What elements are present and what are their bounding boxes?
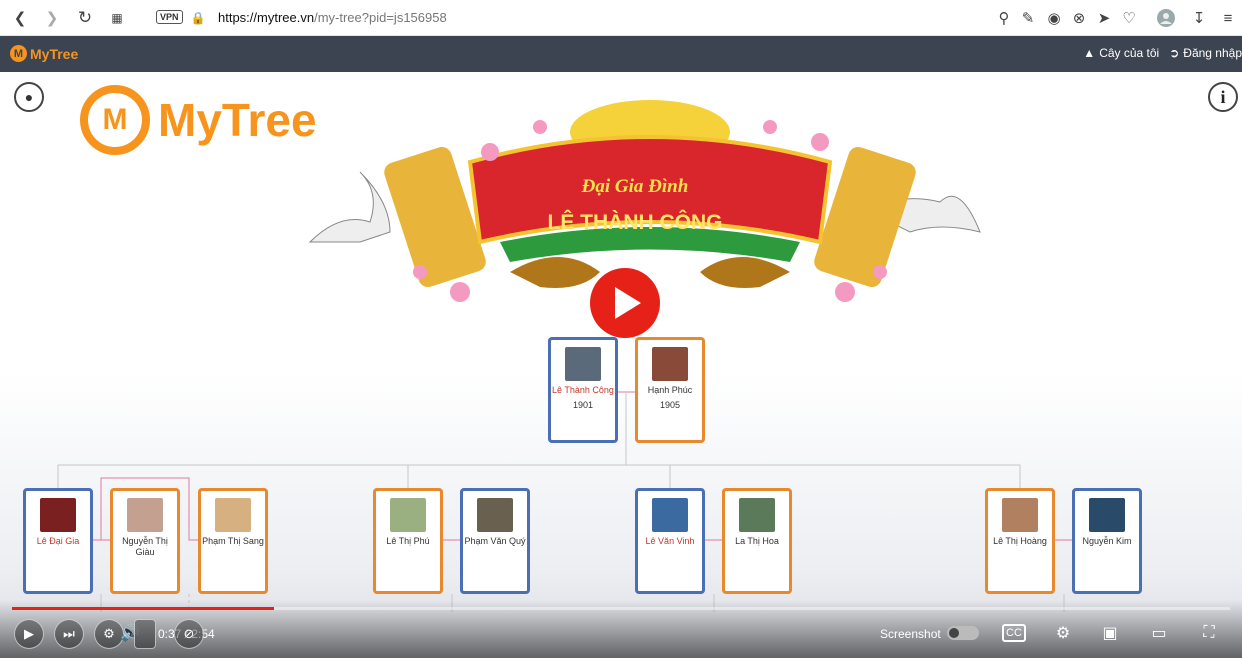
screenshot-toggle[interactable] bbox=[947, 626, 979, 640]
settings-icon[interactable]: ⚙ bbox=[1050, 622, 1076, 644]
site-logo-text: MyTree bbox=[30, 45, 79, 62]
person-name: Nguyễn Thị Giàu bbox=[122, 536, 168, 557]
person-photo bbox=[40, 498, 76, 532]
reload-icon[interactable]: ↻ bbox=[73, 6, 97, 30]
url-domain: https://mytree.vn bbox=[218, 10, 315, 25]
play-pause-button[interactable]: ▶ bbox=[14, 619, 44, 649]
person-photo bbox=[477, 498, 513, 532]
person-card[interactable]: Lê Văn Vinh bbox=[635, 488, 705, 594]
person-photo bbox=[1089, 498, 1125, 532]
edit-icon[interactable]: ✎ bbox=[1016, 6, 1040, 30]
person-name: Phạm Thị Sang bbox=[202, 536, 264, 546]
heart-icon[interactable]: ♡ bbox=[1117, 6, 1141, 30]
miniplayer-toggle-icon[interactable] bbox=[134, 619, 156, 649]
camera-icon[interactable]: ◉ bbox=[1042, 6, 1066, 30]
person-name: Nguyễn Kim bbox=[1082, 536, 1132, 546]
person-card[interactable]: Phạm Văn Quý bbox=[460, 488, 530, 594]
person-photo bbox=[739, 498, 775, 532]
tree-icon: ▲ bbox=[1083, 46, 1096, 60]
send-icon[interactable]: ➤ bbox=[1092, 6, 1116, 30]
lock-icon[interactable]: 🔒 bbox=[186, 6, 210, 30]
browser-window: ❮ ❯ ↻ ▦ VPN 🔒 https://mytree.vn/my-tree?… bbox=[0, 0, 1242, 658]
tree-connectors bbox=[57, 391, 1072, 612]
login-link[interactable]: ➲ Đăng nhập bbox=[1169, 46, 1242, 60]
speed-dial-icon[interactable]: ▦ bbox=[105, 6, 129, 30]
url-path: /my-tree?pid=js156958 bbox=[314, 10, 447, 25]
site-logo[interactable]: M MyTree bbox=[10, 45, 78, 62]
theater-mode-icon[interactable]: ▭ bbox=[1146, 622, 1172, 644]
person-card[interactable]: Nguyễn Kim bbox=[1072, 488, 1142, 594]
person-year: 1905 bbox=[659, 400, 681, 410]
download-icon[interactable]: ↧ bbox=[1187, 6, 1211, 30]
block-icon[interactable]: ⊗ bbox=[1067, 6, 1091, 30]
person-card[interactable]: Lê Thị Phú bbox=[373, 488, 443, 594]
person-photo bbox=[1002, 498, 1038, 532]
person-card[interactable]: Lê Đại Gia bbox=[23, 488, 93, 594]
person-name: Lê Đại Gia bbox=[36, 536, 80, 546]
login-label: Đăng nhập bbox=[1183, 46, 1242, 60]
my-tree-label: Cây của tôi bbox=[1099, 46, 1160, 60]
forward-icon[interactable]: ❯ bbox=[40, 6, 64, 30]
person-name: Phạm Văn Quý bbox=[464, 536, 526, 546]
person-card[interactable]: Lê Thị Hoàng bbox=[985, 488, 1055, 594]
miniplayer-icon[interactable]: ▣ bbox=[1097, 622, 1123, 644]
tree-viewport[interactable]: ● i M MyTree Đại Gia Đình LÊ THÀNH CÔNG … bbox=[0, 72, 1242, 658]
person-name: Hạnh Phúc bbox=[647, 385, 693, 395]
captions-icon[interactable]: CC bbox=[1002, 624, 1026, 642]
person-name: Lê Thị Hoàng bbox=[993, 536, 1047, 546]
back-icon[interactable]: ❮ bbox=[8, 6, 32, 30]
person-photo bbox=[127, 498, 163, 532]
search-icon[interactable]: ⚲ bbox=[992, 6, 1016, 30]
site-header: M MyTree ▲ Cây của tôi ➲ Đăng nhập bbox=[0, 36, 1242, 72]
person-photo bbox=[652, 347, 688, 381]
vpn-badge[interactable]: VPN bbox=[156, 10, 183, 24]
person-card[interactable]: Nguyễn Thị Giàu bbox=[110, 488, 180, 594]
fullscreen-icon[interactable]: ⛶ bbox=[1196, 622, 1222, 644]
person-name: La Thị Hoa bbox=[735, 536, 779, 546]
next-icon[interactable]: ⏭ bbox=[54, 619, 84, 649]
person-year: 1901 bbox=[572, 400, 594, 410]
speed-icon[interactable]: ⊘ bbox=[174, 619, 204, 649]
header-nav: ▲ Cây của tôi ➲ Đăng nhập bbox=[1083, 46, 1242, 60]
progress-fill bbox=[12, 607, 274, 610]
menu-icon[interactable]: ≡ bbox=[1216, 6, 1240, 30]
logo-mark-icon: M bbox=[10, 45, 27, 62]
login-icon: ➲ bbox=[1169, 46, 1180, 60]
person-photo bbox=[565, 347, 601, 381]
person-photo bbox=[390, 498, 426, 532]
address-bar[interactable]: https://mytree.vn/my-tree?pid=js156958 bbox=[218, 10, 447, 25]
profile-icon[interactable] bbox=[1154, 6, 1178, 30]
screenshot-label: Screenshot bbox=[880, 627, 941, 641]
person-name: Lê Văn Vinh bbox=[645, 536, 695, 546]
person-name: Lê Thành Công bbox=[552, 385, 614, 395]
person-photo bbox=[215, 498, 251, 532]
my-tree-link[interactable]: ▲ Cây của tôi bbox=[1083, 46, 1159, 60]
person-card[interactable]: Phạm Thị Sang bbox=[198, 488, 268, 594]
person-card[interactable]: Hạnh Phúc 1905 bbox=[635, 337, 705, 443]
person-card[interactable]: La Thị Hoa bbox=[722, 488, 792, 594]
person-card[interactable]: Lê Thành Công 1901 bbox=[548, 337, 618, 443]
person-name: Lê Thị Phú bbox=[386, 536, 430, 546]
browser-toolbar: ❮ ❯ ↻ ▦ VPN 🔒 https://mytree.vn/my-tree?… bbox=[0, 0, 1242, 36]
progress-bar[interactable] bbox=[12, 607, 1230, 610]
person-photo bbox=[652, 498, 688, 532]
